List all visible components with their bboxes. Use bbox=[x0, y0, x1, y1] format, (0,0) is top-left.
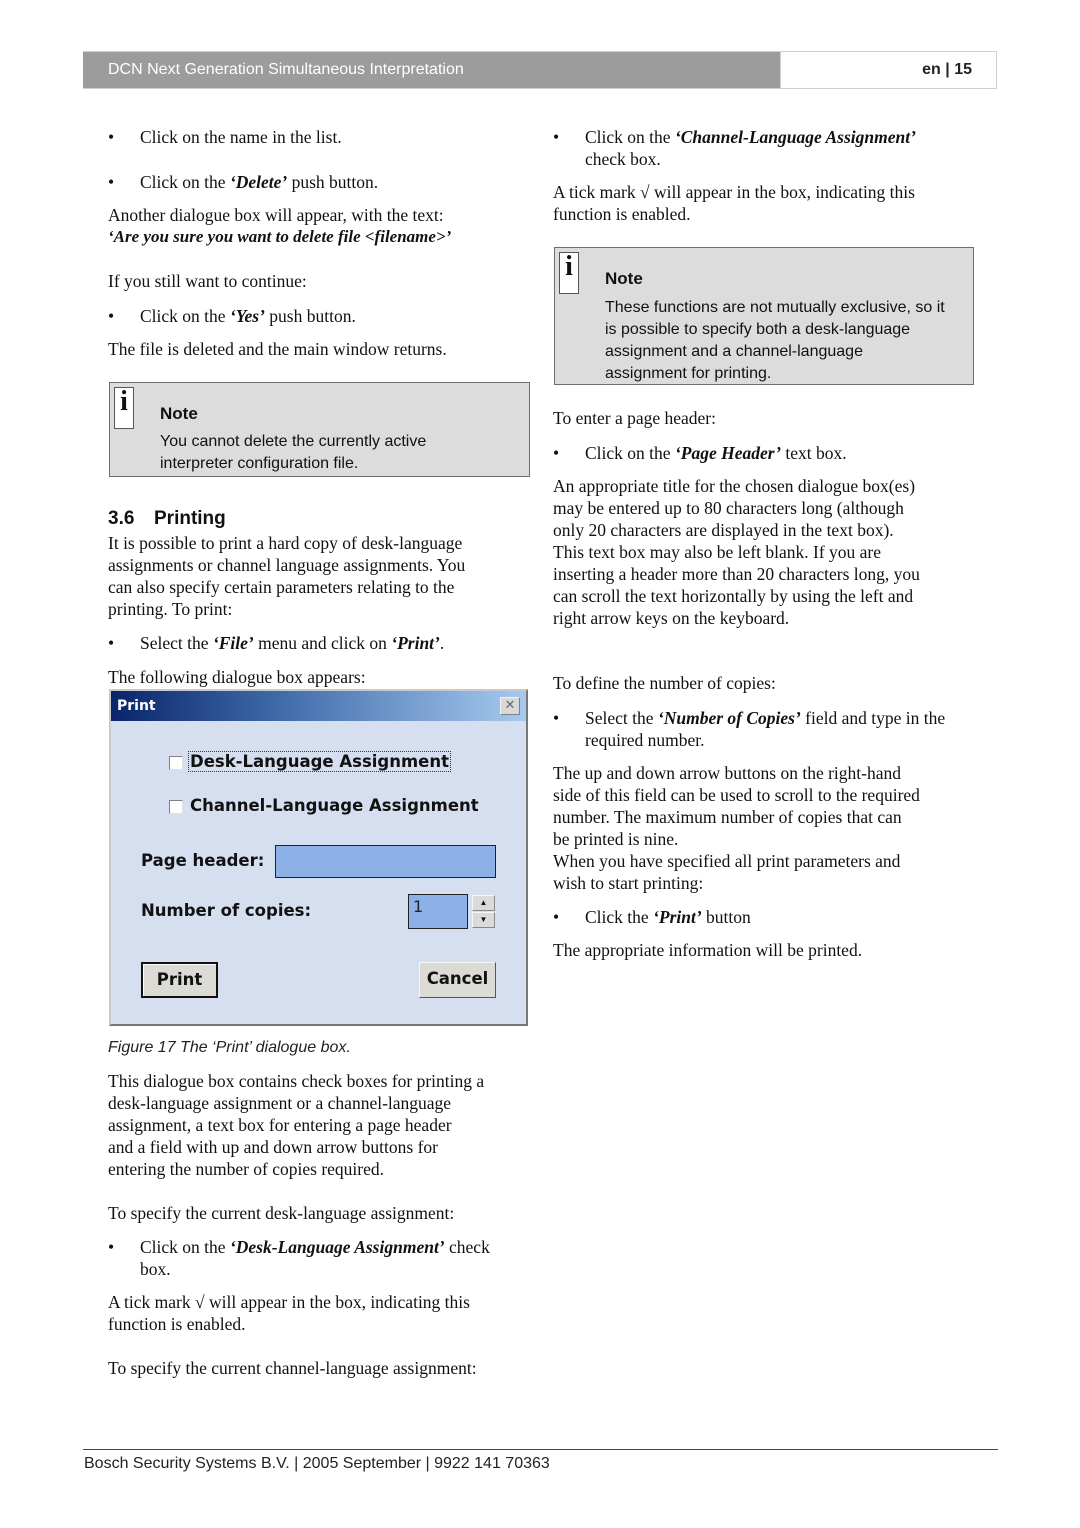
footer-divider bbox=[83, 1449, 998, 1450]
checkbox[interactable] bbox=[169, 800, 183, 814]
bullet-icon: • bbox=[553, 907, 560, 927]
print-dialog: Print ✕ Desk-Language Assignment Channel… bbox=[109, 689, 528, 1026]
page-header-input[interactable] bbox=[275, 845, 496, 878]
spin-up-button[interactable]: ▲ bbox=[472, 895, 495, 911]
bullet-icon: • bbox=[553, 127, 560, 147]
copies-input[interactable]: 1 bbox=[408, 894, 468, 929]
tick-paragraph: A tick mark √ will appear in the box, in… bbox=[108, 1292, 470, 1334]
tick-paragraph: A tick mark √ will appear in the box, in… bbox=[553, 182, 915, 224]
document-title: DCN Next Generation Simultaneous Interpr… bbox=[108, 61, 464, 78]
paragraph: To define the number of copies: bbox=[553, 673, 776, 693]
page-number: en | 15 bbox=[922, 61, 972, 78]
bullet-icon: • bbox=[553, 443, 560, 463]
cancel-button[interactable]: Cancel bbox=[419, 962, 496, 998]
header-page-box: en | 15 bbox=[780, 51, 997, 89]
note-title: Note bbox=[160, 404, 198, 423]
bullet-icon: • bbox=[553, 708, 560, 728]
paragraph: To specify the current channel-language … bbox=[108, 1358, 477, 1378]
paragraph: If you still want to continue: bbox=[108, 271, 307, 291]
note-text: You cannot delete the currently active i… bbox=[160, 433, 427, 472]
footer: Bosch Security Systems B.V. | 2005 Septe… bbox=[84, 1455, 550, 1472]
close-icon[interactable]: ✕ bbox=[500, 697, 520, 715]
bullet-icon: • bbox=[108, 1237, 115, 1257]
bullet-icon: • bbox=[108, 127, 115, 147]
paragraph: To specify the current desk-language ass… bbox=[108, 1203, 455, 1223]
dialog-title-bar[interactable]: Print ✕ bbox=[111, 691, 526, 721]
paragraph: Another dialogue box will appear, with t… bbox=[108, 205, 444, 225]
print-button[interactable]: Print bbox=[141, 962, 218, 998]
figure-caption: Figure 17 The ‘Print’ dialogue box. bbox=[108, 1039, 351, 1056]
header-paragraph: An appropriate title for the chosen dial… bbox=[553, 476, 920, 628]
header-title-band: DCN Next Generation Simultaneous Interpr… bbox=[83, 51, 780, 89]
note-text: These functions are not mutually exclusi… bbox=[605, 299, 945, 382]
dialog-title: Print bbox=[117, 698, 156, 714]
dialog-quote: ‘Are you sure you want to delete file <f… bbox=[108, 227, 452, 246]
bullet-icon: • bbox=[108, 172, 115, 192]
copies-label: Number of copies: bbox=[141, 901, 312, 920]
note-box: i Note These functions are not mutually … bbox=[554, 247, 974, 385]
page-header-label: Page header: bbox=[141, 851, 265, 870]
spin-down-button[interactable]: ▼ bbox=[472, 912, 495, 928]
description-paragraph: This dialogue box contains check boxes f… bbox=[108, 1071, 485, 1179]
checkbox[interactable] bbox=[169, 756, 183, 770]
info-icon: i bbox=[114, 387, 134, 429]
copies-paragraph: The up and down arrow buttons on the rig… bbox=[553, 763, 920, 893]
paragraph: The appropriate information will be prin… bbox=[553, 940, 863, 960]
info-icon: i bbox=[559, 252, 579, 294]
paragraph: To enter a page header: bbox=[553, 408, 716, 428]
section-heading: 3.6 Printing bbox=[108, 508, 226, 529]
bullet-icon: • bbox=[108, 306, 115, 326]
note-title: Note bbox=[605, 269, 643, 288]
intro-paragraph: It is possible to print a hard copy of d… bbox=[108, 533, 466, 619]
paragraph: The following dialogue box appears: bbox=[108, 667, 366, 687]
note-box: i Note You cannot delete the currently a… bbox=[109, 382, 530, 477]
paragraph: The file is deleted and the main window … bbox=[108, 339, 447, 359]
page-header: DCN Next Generation Simultaneous Interpr… bbox=[83, 51, 997, 89]
bullet-icon: • bbox=[108, 633, 115, 653]
